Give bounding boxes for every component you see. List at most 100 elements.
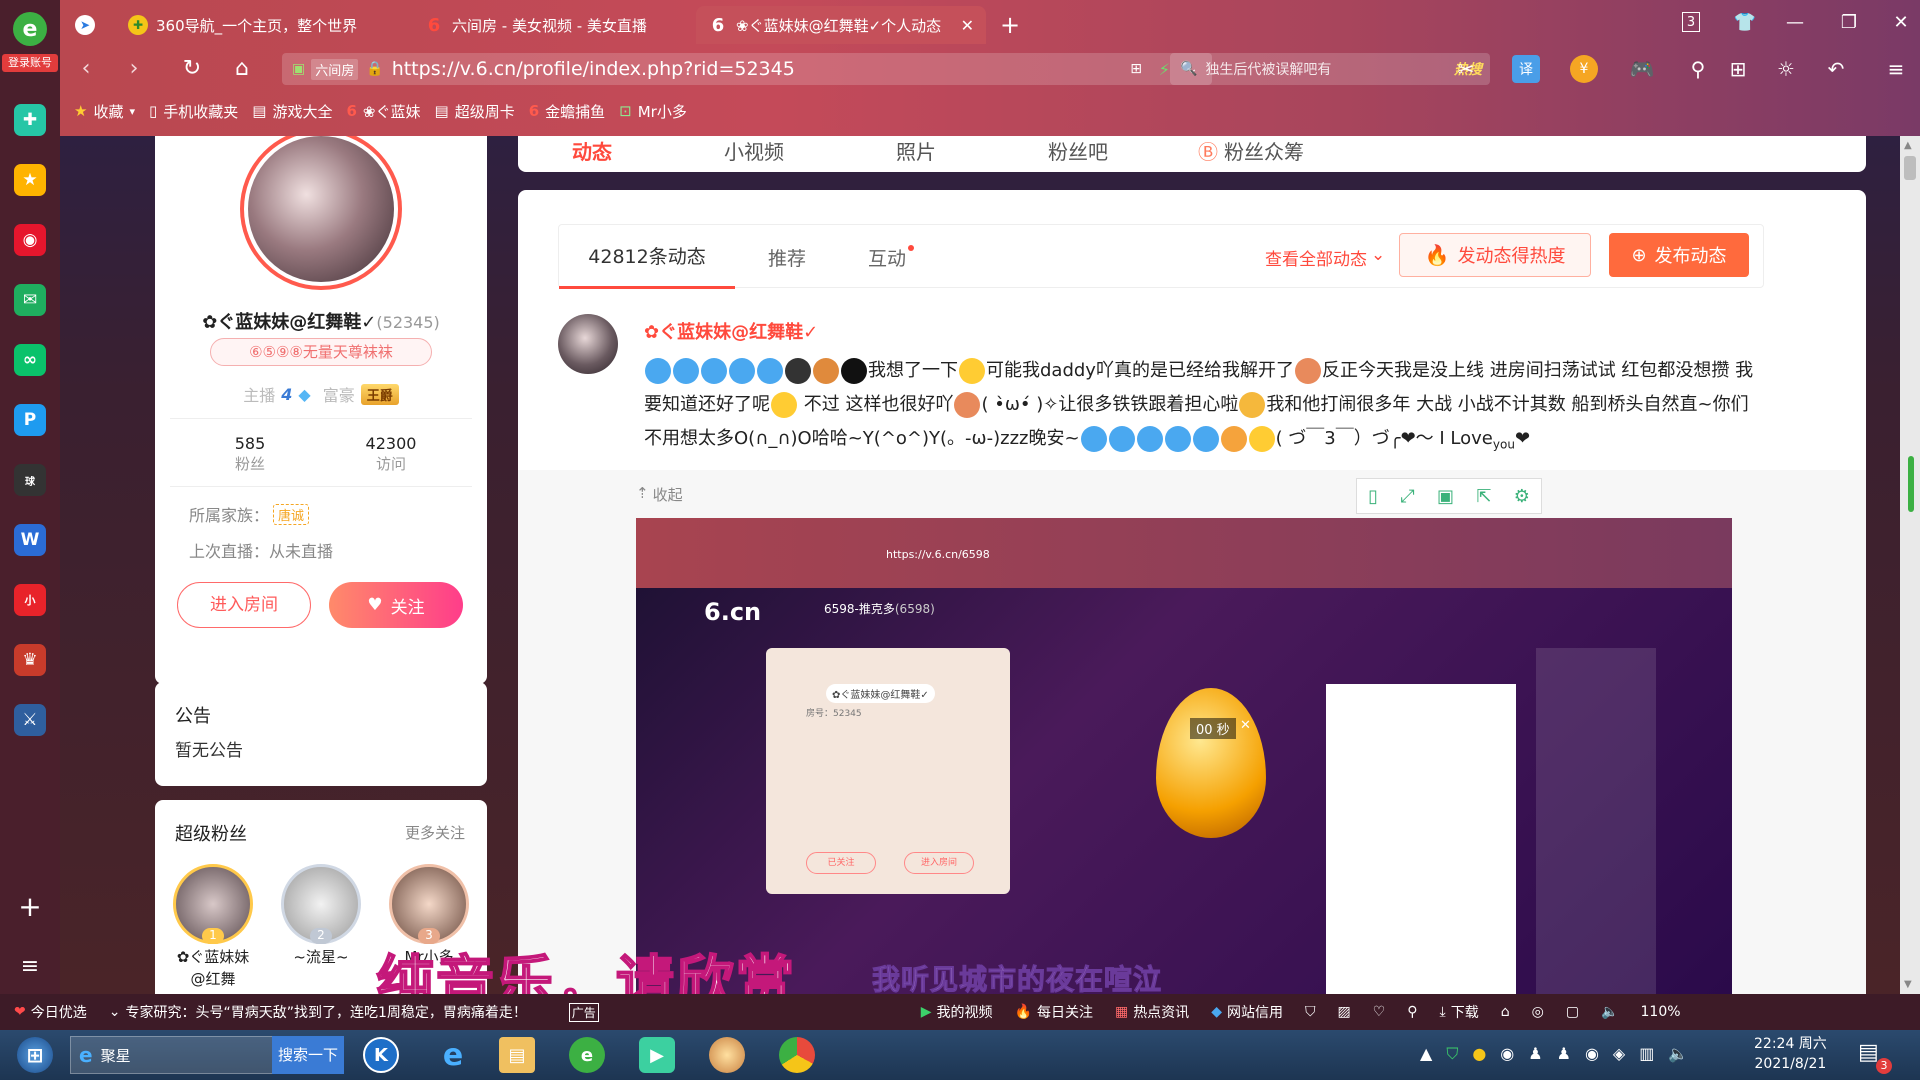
feed-tab-interact[interactable]: 互动 (839, 225, 943, 289)
post-author[interactable]: ✿ぐ蓝妹妹@红舞鞋✓ (644, 318, 818, 344)
bookmark-profile[interactable]: 6 ❀ぐ蓝妹 (346, 101, 420, 122)
tray-app-icon[interactable]: ◉ (1500, 1044, 1514, 1064)
post-avatar[interactable] (558, 314, 618, 374)
tab-6cn-home[interactable]: 6 六间房 - 美女视频 - 美女直播 (412, 6, 702, 44)
bookmark-favorites[interactable]: ★ 收藏 ▾ (74, 101, 135, 122)
gear-icon[interactable]: ⚙ (1514, 486, 1530, 507)
plus-app-icon[interactable]: ✚ (14, 104, 46, 136)
browser-logo[interactable]: e (8, 12, 52, 56)
bookmark-weekly-card[interactable]: ▤ 超级周卡 (435, 101, 515, 122)
stat-fans[interactable]: 585 粉丝 (210, 434, 290, 474)
coin-icon[interactable]: ¥ (1570, 55, 1598, 83)
forward-icon[interactable]: › (118, 53, 150, 83)
page-icon[interactable]: ▯ (1368, 486, 1378, 507)
profile-avatar[interactable] (240, 136, 402, 290)
taskbar-k-app[interactable]: K (350, 1032, 412, 1078)
enter-room-button[interactable]: 进入房间 (177, 582, 311, 628)
compat-icon[interactable]: ◎ (1532, 1004, 1544, 1020)
taskbar-avatar-app[interactable] (696, 1032, 758, 1078)
translate-icon[interactable]: 译 (1512, 55, 1540, 83)
tray-app3-icon[interactable]: ◈ (1613, 1044, 1625, 1064)
cloud-icon[interactable]: ∞ (14, 344, 46, 376)
security-icon[interactable]: ⛉ (1305, 1004, 1316, 1020)
image-icon[interactable]: ▨ (1337, 1004, 1350, 1020)
news-label[interactable]: ❤ 今日优选 (14, 1002, 87, 1022)
login-account-label[interactable]: 登录账号 (2, 54, 58, 72)
daily-follow-link[interactable]: 🔥 每日关注 (1015, 1002, 1093, 1022)
tab-profile-active[interactable]: 6 ❀ぐ蓝妹妹@红舞鞋✓个人动态 ✕ (696, 6, 986, 44)
nav-tab-dynamics[interactable]: 动态 (572, 136, 612, 165)
lightning-icon[interactable]: ⚡ (1159, 60, 1170, 79)
taskbar-search-button[interactable]: 搜索一下 (272, 1036, 344, 1074)
cast-icon[interactable]: ⌂ (1501, 1004, 1510, 1020)
game2-app-icon[interactable]: ⚔ (14, 704, 46, 736)
brightness-icon[interactable]: ☼ (1772, 55, 1800, 83)
tray-qq-icon[interactable]: ♟ (1528, 1044, 1542, 1064)
more-follows-link[interactable]: 更多关注 (405, 822, 465, 843)
window-icon[interactable]: ▢ (1566, 1004, 1579, 1020)
bookmark-fishing[interactable]: 6 金蟾捕鱼 (529, 101, 605, 122)
bookmark-games[interactable]: ▤ 游戏大全 (252, 101, 332, 122)
site-credit-link[interactable]: ◆ 网站信用 (1211, 1002, 1283, 1022)
tray-coin-icon[interactable]: ● (1472, 1044, 1486, 1064)
scissors-icon[interactable]: ✂ (1452, 55, 1480, 83)
game-app-icon[interactable]: ♛ (14, 644, 46, 676)
bookmark-mr-xiaoduo[interactable]: ⊡ Mr小多 (619, 101, 687, 122)
tray-app2-icon[interactable]: ◉ (1585, 1044, 1599, 1064)
home-icon[interactable]: ⌂ (226, 53, 258, 83)
start-button[interactable]: ⊞ (4, 1032, 66, 1078)
superfan-item[interactable]: 1 ✿ぐ蓝妹妹@红舞 (173, 864, 253, 990)
tray-qq2-icon[interactable]: ♟ (1557, 1044, 1571, 1064)
add-app-icon[interactable]: + (14, 890, 46, 923)
bookmark-mobile[interactable]: ▯ 手机收藏夹 (149, 101, 238, 122)
nav-tab-crowdfund[interactable]: Ⓑ 粉丝众筹 (1198, 136, 1304, 165)
taskbar-chrome-app[interactable] (766, 1032, 828, 1078)
family-badge[interactable]: 唐诚 (273, 503, 310, 525)
refresh-icon[interactable]: ↻ (176, 53, 208, 83)
grid-icon[interactable]: ⊞ (1130, 61, 1142, 77)
superfan-item[interactable]: 2 ~流星~ (281, 864, 361, 967)
publish-button[interactable]: ⊕ 发布动态 (1609, 233, 1749, 277)
feed-tab-recommend[interactable]: 推荐 (735, 225, 839, 289)
share-icon[interactable]: ⇱ (1476, 486, 1491, 507)
green-handle[interactable] (1908, 456, 1914, 512)
page-scrollbar[interactable]: ▲ ▼ (1900, 136, 1920, 994)
taskbar-ie-app[interactable]: e (422, 1032, 484, 1078)
clock[interactable]: 22:24 周六 2021/8/21 (1754, 1034, 1827, 1074)
new-tab-button[interactable]: + (990, 6, 1030, 44)
tray-volume-icon[interactable]: 🔈 (1668, 1044, 1688, 1064)
star-app-icon[interactable]: ★ (14, 164, 46, 196)
speed-icon[interactable]: ⚲ (1407, 1004, 1417, 1020)
mail-icon[interactable]: ✉ (14, 284, 46, 316)
zoom-level[interactable]: 110% (1641, 1004, 1681, 1020)
magnifier-icon[interactable]: ⚲ (1684, 55, 1712, 83)
collapse-button[interactable]: ⇡ 收起 (636, 484, 683, 505)
apps-grid-icon[interactable]: ⊞ (1724, 55, 1752, 83)
nav-tab-photos[interactable]: 照片 (896, 136, 936, 165)
gamepad-icon[interactable]: 🎮 (1628, 55, 1656, 83)
list-icon[interactable]: ≡ (14, 950, 46, 982)
restore-icon[interactable]: ❐ (1834, 8, 1864, 36)
tray-network-icon[interactable]: ▥ (1639, 1044, 1654, 1064)
soccer-app-icon[interactable]: 球 (14, 464, 46, 496)
browser-menu-tab[interactable]: ➤ (60, 6, 110, 44)
news-ticker[interactable]: ⌄ 专家研究：头号“胃病天敌”找到了，连吃1周稳定，胃病痛着走！ 广告 (109, 1002, 599, 1022)
address-bar[interactable]: ▣ 六间房 🔒 https://v.6.cn/profile/index.php… (282, 53, 1212, 85)
save-icon[interactable]: ▣ (1437, 486, 1454, 507)
view-all-dropdown[interactable]: 查看全部动态 ⌄ (1265, 245, 1385, 270)
taskbar-player-app[interactable]: ▶ (626, 1032, 688, 1078)
heat-button[interactable]: 🔥 发动态得热度 (1399, 233, 1591, 277)
close-tab-icon[interactable]: ✕ (961, 16, 974, 35)
my-video-link[interactable]: ▶ 我的视频 (921, 1002, 993, 1022)
feed-tab-all[interactable]: 42812条动态 (559, 225, 735, 289)
scroll-down-icon[interactable]: ▼ (1904, 979, 1912, 990)
hot-news-link[interactable]: ▦ 热点资讯 (1115, 1002, 1189, 1022)
tray-up-icon[interactable]: ▲ (1420, 1044, 1432, 1064)
skin-icon[interactable]: 👕 (1730, 8, 1760, 36)
p-app-icon[interactable]: P (14, 404, 46, 436)
nav-tab-short-video[interactable]: 小视频 (724, 136, 784, 165)
expand-icon[interactable]: ⤢ (1400, 486, 1414, 507)
tab-360-nav[interactable]: ✚ 360导航_一个主页，整个世界 (116, 6, 406, 44)
scroll-thumb[interactable] (1904, 156, 1916, 180)
taskbar-360-app[interactable]: e (556, 1032, 618, 1078)
